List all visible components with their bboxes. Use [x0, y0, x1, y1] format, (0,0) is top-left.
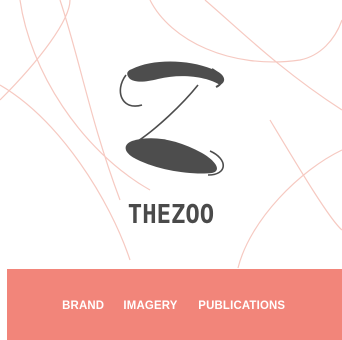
landing-page: THEZOO BRAND IMAGERY PUBLICATIONS: [0, 0, 342, 340]
brand-wordmark: THEZOO: [127, 200, 215, 230]
nav-link-publications[interactable]: PUBLICATIONS: [199, 298, 286, 312]
nav-link-brand[interactable]: BRAND: [62, 298, 104, 312]
nav-link-imagery[interactable]: IMAGERY: [124, 298, 178, 312]
zoo-z-logo-icon: [119, 61, 225, 176]
main-navigation-band: BRAND IMAGERY PUBLICATIONS: [7, 269, 342, 340]
